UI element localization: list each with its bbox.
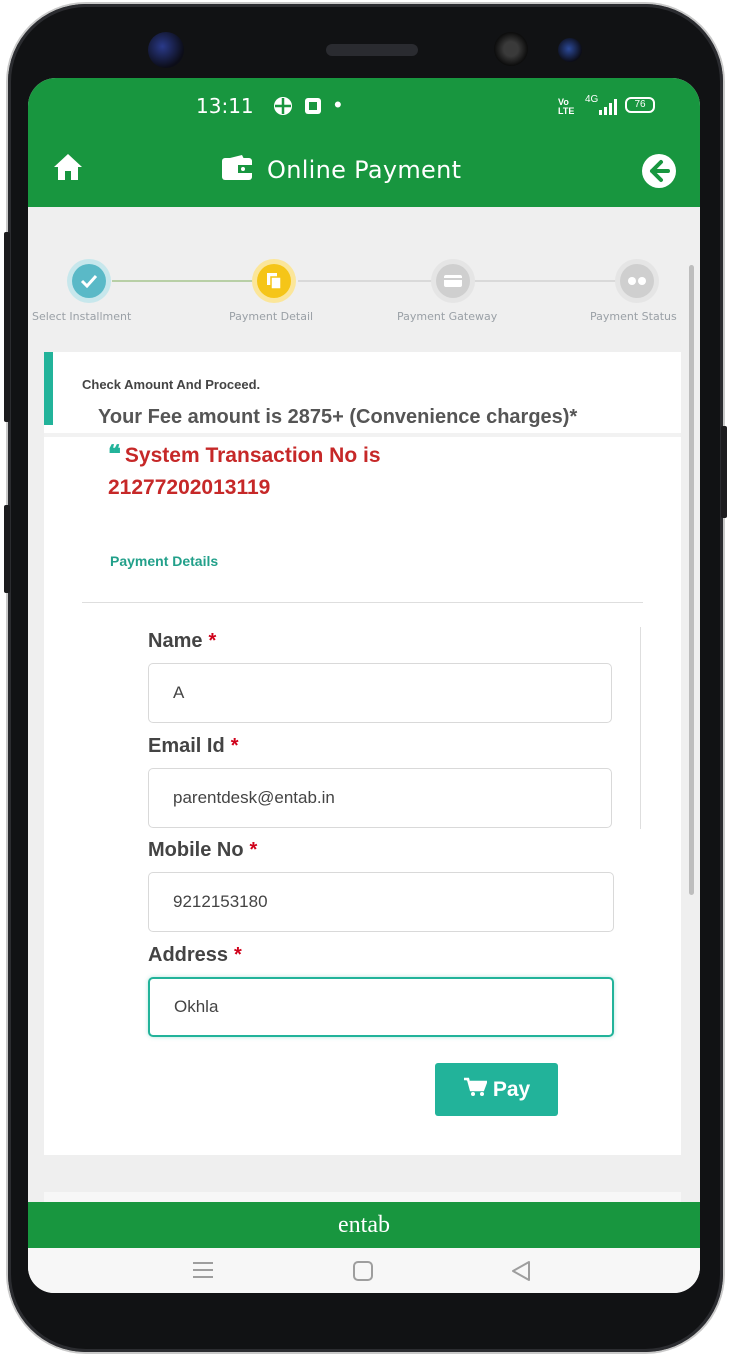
notice-accent-bar [44,352,53,425]
quote-icon: ❝ [108,439,121,468]
step-payment-gateway[interactable] [431,259,475,303]
mobile-input[interactable]: 9212153180 [148,872,614,932]
required-mark: * [230,735,239,757]
step-payment-status[interactable] [615,259,659,303]
home-icon[interactable] [52,152,84,187]
app-bar: Online Payment [28,134,700,207]
power-button [4,505,10,593]
address-label: Address * [148,944,242,966]
form-border-right [640,627,641,829]
cart-icon [463,1077,488,1103]
status-dots-icon [620,264,654,298]
pay-button[interactable]: Pay [435,1063,558,1116]
document-icon [257,264,291,298]
android-nav-bar [28,1248,700,1293]
network-type-label: 4G [585,94,599,105]
panel-shadow-strip [44,1192,681,1202]
address-input[interactable]: Okhla [148,977,614,1037]
required-mark: * [208,630,217,652]
step-label-select-installment: Select Installment [32,310,132,323]
step-label-payment-gateway: Payment Gateway [397,310,498,323]
scrollbar[interactable] [689,265,694,895]
check-icon [72,264,106,298]
status-dot: • [334,92,342,117]
light-sensor [558,38,582,62]
earpiece-speaker [326,44,418,56]
message-notification-icon [304,97,322,120]
entab-logo: entab [338,1212,390,1238]
transaction-number: ❝ System Transaction No is 21277202013119 [108,438,508,504]
wallet-icon [220,154,254,187]
section-title: Payment Details [110,553,219,569]
recent-apps-icon[interactable] [191,1260,215,1285]
progress-stepper: Select Installment Payment Detail Paymen… [28,207,700,895]
payment-panel: Check Amount And Proceed. Your Fee amoun… [44,352,681,1155]
app-notification-icon [272,96,294,121]
transaction-text: System Transaction No is 21277202013119 [108,444,381,499]
notice-heading: Check Amount And Proceed. [82,377,261,392]
back-nav-icon[interactable] [510,1260,532,1287]
section-divider [82,602,643,603]
volume-button [4,232,10,422]
required-mark: * [249,839,258,861]
step-label-payment-detail: Payment Detail [229,310,314,323]
card-icon [436,264,470,298]
status-time: 13:11 [196,94,254,118]
name-label: Name * [148,630,217,652]
stepper-line-done [112,280,254,282]
screen: 13:11 • Vo LTE 4G 76 Online Payment Sele… [28,78,700,1293]
back-arrow-icon[interactable] [641,153,677,194]
volte-label: Vo LTE [558,97,575,116]
required-mark: * [234,944,242,966]
fee-amount-text: Your Fee amount is 2875+ (Convenience ch… [98,406,578,428]
email-input[interactable]: parentdesk@entab.in [148,768,612,828]
step-select-installment[interactable] [67,259,111,303]
front-camera [148,32,184,68]
step-label-payment-status: Payment Status [590,310,677,323]
footer-brand-bar: entab [28,1202,700,1248]
side-button-right [721,426,727,518]
status-bar: 13:11 • Vo LTE 4G 76 [28,78,700,134]
home-nav-icon[interactable] [352,1260,374,1287]
pay-button-label: Pay [492,1077,531,1101]
page-title: Online Payment [267,156,462,184]
panel-divider [44,433,681,437]
mobile-label: Mobile No * [148,839,258,861]
signal-icon [598,98,620,121]
email-label: Email Id * [148,735,239,757]
step-payment-detail[interactable] [252,259,296,303]
proximity-sensor [494,32,528,66]
battery-icon: 76 [625,97,655,113]
name-input[interactable]: A [148,663,612,723]
